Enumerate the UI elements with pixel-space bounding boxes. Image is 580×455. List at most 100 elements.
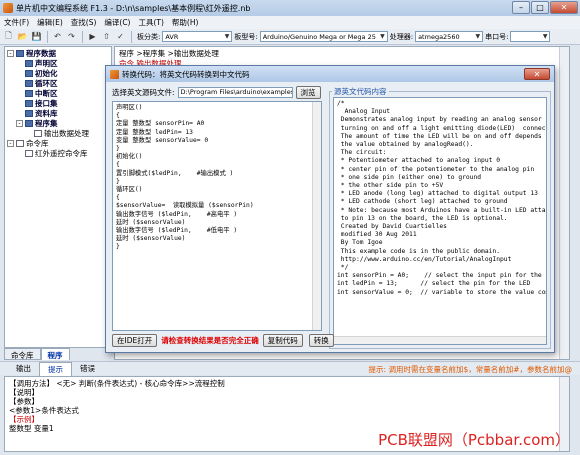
expander-icon[interactable]: - (7, 49, 14, 57)
code-line: * Note: because most Arduinos have a bui… (337, 206, 547, 214)
tab-errors[interactable]: 错误 (72, 362, 103, 376)
code-line: } (116, 145, 120, 153)
folder-icon (25, 69, 33, 77)
board-value: Arduino/Genuino Mega or Mega 25 (262, 32, 376, 41)
code-line: } (116, 177, 120, 185)
tab-command-library[interactable]: 命令库 (4, 348, 41, 360)
code-line: int sensorPin = A0; // select the input … (337, 272, 547, 280)
menu-find[interactable]: 查找(S) (67, 17, 101, 28)
open-in-ide-button[interactable]: 在IDE打开 (112, 334, 158, 347)
tree-item[interactable]: - 命令库 (5, 138, 111, 148)
new-file-icon[interactable]: 🗋 (2, 31, 15, 43)
copy-code-button[interactable]: 复制代码 (262, 334, 303, 347)
chinese-code-pane[interactable]: 声明区() {定量 整数型 sensorPin= A0 定量 整数型 ledPin=… (112, 101, 322, 331)
code-line: int ledPin = 13; // select the pin for t… (337, 280, 531, 288)
code-line: By Tom Igoe (337, 239, 383, 247)
watermark: PCB联盟网（Pcbbar.com） (378, 431, 570, 449)
toolbar: 🗋 📂 💾 ↶ ↷ ▶ ⇧ ✓ 板分类: AVR ▼ 板型号: Arduino/G… (0, 29, 580, 45)
cpu-value: atmega2560 (418, 32, 460, 41)
english-code-pane[interactable]: /* Analog Input Demonstrates analog inpu… (333, 97, 547, 345)
run-icon[interactable]: ▶ (86, 31, 99, 43)
chevron-down-icon: ▼ (224, 33, 230, 40)
convert-code-dialog: 转换代码：将英文代码转换到中文代码 ✕ 选择英文源码文件: D:\Program… (105, 65, 555, 353)
editor-scrollbar[interactable] (559, 47, 569, 359)
menu-edit[interactable]: 编辑(E) (33, 17, 67, 28)
project-tree: - 程序数据 声明区 初始化 循环区 中断区 接口集 资料库 - 程序集 输出数据处理 - 命令库 红外遥… (4, 46, 112, 348)
minimize-button[interactable]: – (512, 1, 530, 14)
tree-item[interactable]: 资料库 (5, 108, 111, 118)
folder-icon (25, 79, 33, 87)
code-line: } (116, 243, 120, 251)
code-line: Demonstrates analog input by reading an … (337, 116, 547, 124)
tree-item-label: 输出数据处理 (44, 128, 89, 138)
code-pane-scrollbar[interactable] (312, 102, 321, 330)
dialog-title: 转换代码：将英文代码转换到中文代码 (122, 69, 250, 79)
window-controls: – □ ✕ (511, 1, 578, 14)
save-icon[interactable]: 💾 (30, 31, 43, 43)
tree-item[interactable]: 红外遥控命令库 (5, 148, 111, 158)
redo-icon[interactable]: ↷ (65, 31, 78, 43)
port-label: 串口号: (485, 32, 509, 41)
code-line: This example code is in the public domai… (337, 247, 501, 255)
port-select[interactable]: ▼ (510, 31, 551, 42)
check-icon[interactable]: ✓ (114, 31, 127, 43)
code-line: 定量 整数型 sensorPin= A0 (116, 120, 205, 128)
board-family-select[interactable]: AVR ▼ (162, 31, 233, 42)
toolbar-separator (131, 30, 132, 43)
tree-item[interactable]: 输出数据处理 (5, 128, 111, 138)
tree-item[interactable]: 初始化 (5, 68, 111, 78)
output-tabs-bar: 输出 提示 错误 提示: 调用时需在变量名前加$，常量名前加#，参数名前加@ (0, 361, 580, 376)
folder-icon (25, 89, 33, 97)
tree-item[interactable]: 接口集 (5, 98, 111, 108)
menu-compile[interactable]: 编译(C) (100, 17, 134, 28)
preview-hscrollbar[interactable] (334, 336, 546, 344)
left-tabs: 命令库 程序 (4, 348, 112, 360)
code-line: The amount of time the LED will be on an… (337, 132, 547, 140)
undo-icon[interactable]: ↶ (51, 31, 64, 43)
document-icon (25, 149, 33, 157)
tab-hint[interactable]: 提示 (39, 361, 72, 376)
menu-help[interactable]: 帮助(H) (168, 17, 203, 28)
dialog-close-button[interactable]: ✕ (524, 68, 550, 80)
expander-icon[interactable]: - (16, 119, 23, 127)
tab-output[interactable]: 输出 (8, 362, 39, 376)
tree-item[interactable]: 循环区 (5, 78, 111, 88)
tree-item[interactable]: - 程序集 (5, 118, 111, 128)
board-select[interactable]: Arduino/Genuino Mega or Mega 25 ▼ (259, 31, 388, 42)
dialog-actions: 在IDE打开 请检查转换结果是否完全正确 复制代码 转换 (112, 334, 334, 347)
maximize-button[interactable]: □ (531, 1, 549, 14)
warning-text: 请检查转换结果是否完全正确 (161, 336, 259, 345)
upload-icon[interactable]: ⇧ (100, 31, 113, 43)
toolbar-separator (47, 30, 48, 43)
convert-button[interactable]: 转换 (308, 334, 334, 347)
window-title: 单片机中文编程系统 F1.3 - D:\n\samples\基本例程\红外遥控.… (16, 3, 251, 13)
tree-item[interactable]: 中断区 (5, 88, 111, 98)
board-label: 板型号: (234, 32, 258, 41)
dialog-title-bar: 转换代码：将英文代码转换到中文代码 (106, 66, 554, 82)
menu-file[interactable]: 文件(F) (0, 17, 33, 28)
menu-tools[interactable]: 工具(T) (134, 17, 167, 28)
expander-icon[interactable]: - (7, 139, 14, 147)
tree-item[interactable]: - 程序数据 (5, 48, 111, 58)
code-line: 变量 整数型 sensorValue= 0 (116, 136, 209, 144)
code-line: * center pin of the potentiometer to the… (337, 165, 535, 173)
code-line: Created by David Cuartielles (337, 223, 447, 231)
chevron-down-icon: ▼ (475, 33, 481, 40)
code-line: 置引脚模式($ledPin, #输出模式 ) (116, 169, 234, 177)
code-line: 延时 ($sensorValue) (116, 235, 186, 243)
browse-button[interactable]: 浏览 (295, 86, 321, 99)
open-folder-icon[interactable]: 📂 (16, 31, 29, 43)
folder-icon (25, 99, 33, 107)
bottom-tabs: 输出 提示 错误 (8, 361, 103, 376)
cpu-select[interactable]: atmega2560 ▼ (415, 31, 484, 42)
code-line: turning on and off a light emitting diod… (337, 124, 547, 132)
tree-item[interactable]: 声明区 (5, 58, 111, 68)
cpu-label: 处理器: (389, 32, 414, 41)
code-line: to pin 13 on the board, the LED is optio… (337, 214, 508, 222)
file-path-input[interactable]: D:\Program Files\arduino\examples (177, 87, 293, 98)
close-button[interactable]: ✕ (550, 1, 578, 14)
tab-program[interactable]: 程序 (40, 348, 70, 360)
board-family-value: AVR (165, 32, 179, 41)
chevron-down-icon: ▼ (542, 33, 548, 40)
code-line: * one side pin (either one) to ground (337, 173, 482, 181)
